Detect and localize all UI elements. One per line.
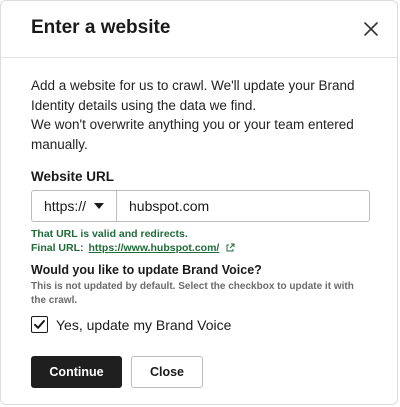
website-url-input[interactable] <box>117 190 370 222</box>
checkmark-icon <box>34 320 45 329</box>
caret-down-icon <box>94 203 105 209</box>
intro-text: Add a website for us to crawl. We'll upd… <box>31 76 376 154</box>
intro-line-1: Add a website for us to crawl. We'll upd… <box>31 78 355 113</box>
final-url-label: Final URL: <box>31 242 84 254</box>
intro-line-2: We won't overwrite anything you or your … <box>31 117 354 152</box>
dialog-header: Enter a website <box>1 1 397 58</box>
brand-voice-checkbox-row[interactable]: Yes, update my Brand Voice <box>31 316 376 333</box>
url-valid-message: That URL is valid and redirects. <box>31 228 188 240</box>
protocol-select[interactable]: https:// <box>31 190 117 222</box>
final-url-row: Final URL: https://www.hubspot.com/ <box>31 242 376 254</box>
final-url-link[interactable]: https://www.hubspot.com/ <box>89 242 220 254</box>
protocol-value: https:// <box>44 198 87 214</box>
dialog-body: Add a website for us to crawl. We'll upd… <box>31 76 376 333</box>
dialog-title: Enter a website <box>31 17 171 38</box>
close-button[interactable]: Close <box>131 356 203 388</box>
external-link-icon[interactable] <box>225 243 235 253</box>
close-icon[interactable] <box>361 19 381 39</box>
continue-button[interactable]: Continue <box>31 356 122 388</box>
url-input-group: https:// <box>31 190 370 222</box>
enter-website-dialog: Enter a website Add a website for us to … <box>0 0 398 405</box>
dialog-actions: Continue Close <box>31 356 203 388</box>
brand-voice-help: This is not updated by default. Select t… <box>31 281 354 306</box>
brand-voice-checkbox-label: Yes, update my Brand Voice <box>56 316 232 333</box>
brand-voice-question: Would you like to update Brand Voice? <box>31 263 262 277</box>
brand-voice-checkbox[interactable] <box>31 316 48 333</box>
website-url-label: Website URL <box>31 169 115 184</box>
